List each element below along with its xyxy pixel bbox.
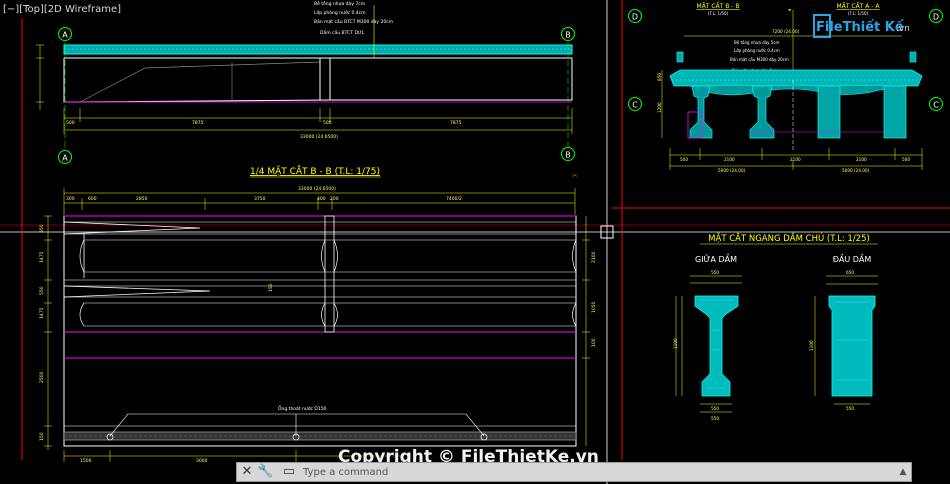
svg-text:C: C [933,101,939,110]
command-prompt-icon: ▭ [282,464,296,479]
svg-text:1475: 1475 [39,307,45,319]
svg-text:150: 150 [268,283,274,292]
svg-text:.vn: .vn [896,24,910,34]
svg-text:Lớp phòng nước 0.4cm: Lớp phòng nước 0.4cm [734,48,780,53]
svg-text:1100: 1100 [673,338,678,349]
svg-text:7200 (24.00): 7200 (24.00) [772,29,800,34]
svg-text:150: 150 [39,432,45,441]
section-bb-scale: (T.L: 1/50) [708,11,729,16]
svg-text:2500: 2500 [39,371,45,383]
svg-text:1500: 1500 [80,458,92,464]
svg-text:200: 200 [330,196,339,202]
svg-text:Bản mặt cầu M300 dày 20cm: Bản mặt cầu M300 dày 20cm [730,57,789,62]
svg-text:550: 550 [39,224,45,233]
svg-text:1475: 1475 [39,251,45,263]
svg-text:A: A [62,154,68,163]
cut-symbol-icon: ✂ [572,172,578,180]
svg-text:650: 650 [846,270,854,275]
svg-text:5000 (24.00): 5000 (24.00) [842,168,870,173]
svg-text:7400/2: 7400/2 [446,196,462,202]
command-line-bar: ✕ 🔧 ▭ ▲ [236,462,912,482]
svg-text:2100: 2100 [724,157,735,162]
svg-text:2100: 2100 [790,157,801,162]
svg-text:550: 550 [711,270,719,275]
svg-text:Bê tông nhựa dày 5cm: Bê tông nhựa dày 5cm [734,40,780,45]
svg-text:500: 500 [902,157,910,162]
svg-text:A: A [62,31,68,40]
close-icon[interactable]: ✕ [239,464,255,480]
svg-text:100: 100 [591,338,597,347]
svg-text:600: 600 [88,196,97,202]
section-bb-title: MẶT CẮT B - B [697,2,740,10]
svg-text:550: 550 [39,286,45,295]
svg-text:300: 300 [66,196,75,202]
svg-text:7875: 7875 [192,120,204,126]
svg-text:D: D [933,13,939,22]
section-aa-scale: (T.L: 1/50) [848,11,869,16]
svg-text:550: 550 [711,406,719,411]
svg-text:400: 400 [317,196,326,202]
svg-text:Bê tông nhựa dày 7cm: Bê tông nhựa dày 7cm [314,0,365,7]
svg-text:D: D [632,13,638,22]
svg-text:2100: 2100 [856,157,867,162]
section-aa-title: MẶT CẮT A - A [837,2,881,10]
svg-text:C: C [632,101,638,110]
svg-text:2100: 2100 [591,251,597,263]
svg-text:FileThiết Kế: FileThiết Kế [816,20,904,35]
svg-text:550: 550 [711,416,719,421]
svg-text:500: 500 [66,120,75,126]
drawing-viewport[interactable]: A B A B Bê tông nhựa dày 7cm Lớp phòng n… [0,0,950,484]
svg-text:B: B [565,31,571,40]
svg-text:33000 (24.6500): 33000 (24.6500) [300,134,338,140]
svg-text:3000: 3000 [196,458,208,464]
svg-text:5000 (24.00): 5000 (24.00) [718,168,746,173]
svg-text:33000 (24.6500): 33000 (24.6500) [298,186,336,192]
svg-text:7875: 7875 [450,120,462,126]
svg-text:1200: 1200 [657,102,662,113]
svg-text:B: B [565,151,571,160]
wrench-icon[interactable]: 🔧 [257,464,273,480]
svg-text:550: 550 [846,406,854,411]
command-input[interactable] [303,465,893,479]
svg-text:500: 500 [680,157,688,162]
svg-text:2850: 2850 [136,196,148,202]
svg-text:500: 500 [323,120,332,126]
svg-text:1050: 1050 [591,301,597,313]
viewport-controls-label[interactable]: [−][Top][2D Wireframe] [3,4,121,15]
svg-text:850: 850 [657,73,662,81]
svg-text:Lớp phòng nước 0.4cm: Lớp phòng nước 0.4cm [314,9,366,16]
chevron-up-icon[interactable]: ▲ [897,465,909,479]
svg-text:3750: 3750 [254,196,266,202]
svg-text:1100: 1100 [809,340,814,351]
